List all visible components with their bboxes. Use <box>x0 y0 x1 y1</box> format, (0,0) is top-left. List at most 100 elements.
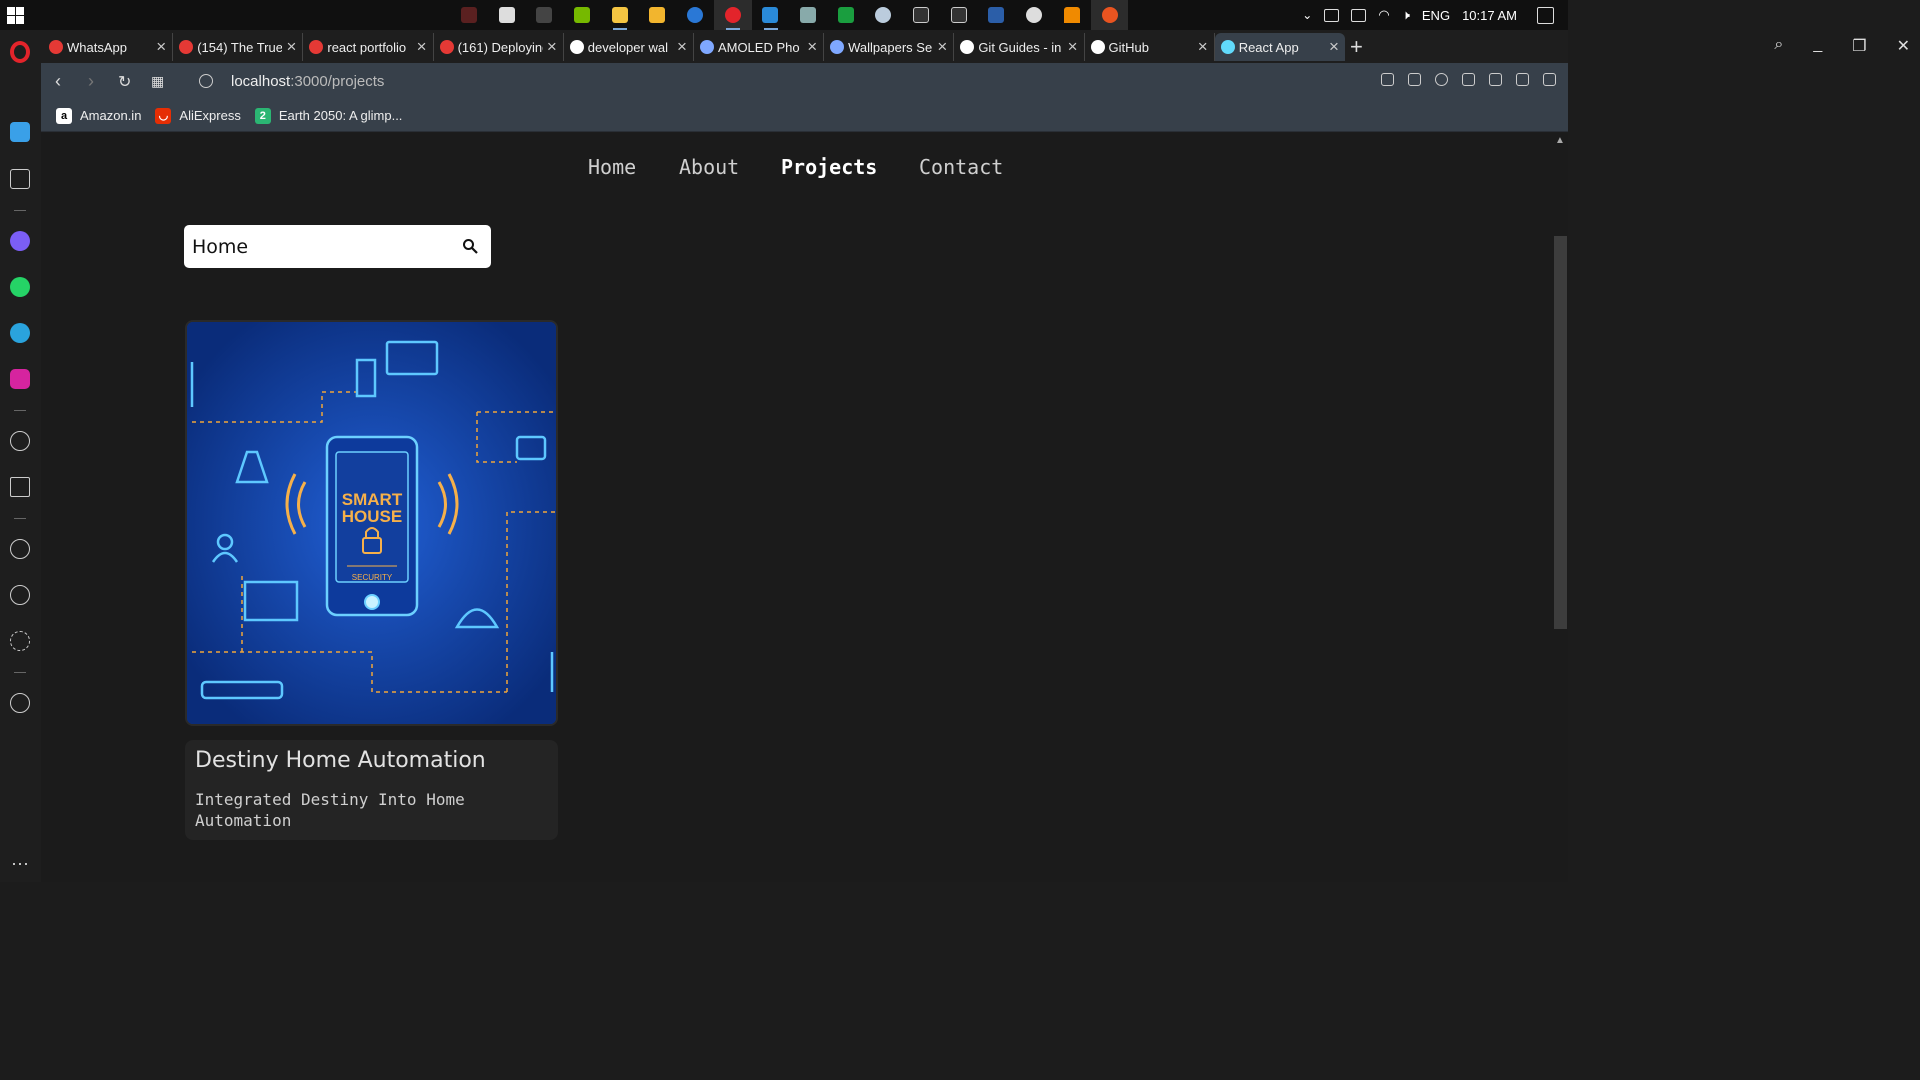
browser-tab[interactable]: (161) Deploying × <box>434 33 564 61</box>
nav-contact[interactable]: Contact <box>919 155 1003 179</box>
telegram-icon[interactable] <box>10 323 30 343</box>
tab-title: react portfolio <box>327 39 407 55</box>
tab-search-icon[interactable]: ⌕ <box>1774 36 1783 56</box>
acer-icon[interactable] <box>450 0 488 30</box>
battery-icon[interactable] <box>1351 8 1367 22</box>
close-tab-icon[interactable]: × <box>1068 37 1078 57</box>
notifications-icon[interactable] <box>1537 6 1554 24</box>
search-input[interactable] <box>192 233 447 261</box>
chevron-up-icon[interactable]: ⌄ <box>1302 8 1312 22</box>
new-tab-icon[interactable]: + <box>1350 34 1363 60</box>
firefox-icon[interactable] <box>676 0 714 30</box>
whatsapp-icon[interactable] <box>10 277 30 297</box>
close-window-icon[interactable]: ✕ <box>1897 36 1910 56</box>
browser-tab[interactable]: react portfolio × <box>303 33 434 61</box>
steam-icon[interactable] <box>865 0 903 30</box>
reload-icon[interactable]: ↻ <box>118 72 131 92</box>
close-tab-icon[interactable]: × <box>807 37 817 57</box>
close-tab-icon[interactable]: × <box>677 37 687 57</box>
close-tab-icon[interactable]: × <box>1198 37 1208 57</box>
photos-icon[interactable] <box>789 0 827 30</box>
close-tab-icon[interactable]: × <box>937 37 947 57</box>
tabs-grid-icon[interactable]: ▦ <box>151 73 164 90</box>
minimize-icon[interactable]: _ <box>1813 36 1822 56</box>
project-image[interactable]: SMART HOUSE SECURITY <box>185 320 558 726</box>
obs-icon[interactable] <box>1015 0 1053 30</box>
browser-tab[interactable]: AMOLED Pho × <box>694 33 825 61</box>
my-flow-icon[interactable] <box>10 477 30 497</box>
instagram-icon[interactable] <box>10 369 30 389</box>
folder-icon[interactable] <box>638 0 676 30</box>
windows-start-icon[interactable] <box>7 7 24 24</box>
cmd-icon[interactable] <box>902 0 940 30</box>
file-explorer-icon[interactable] <box>601 0 639 30</box>
edit-icon[interactable] <box>1381 73 1394 86</box>
restore-icon[interactable]: ❐ <box>1852 36 1866 56</box>
tab-title: (161) Deploying <box>457 39 543 55</box>
image-security-text: SECURITY <box>352 573 393 582</box>
opera-menu-icon[interactable] <box>10 41 30 63</box>
site-info-icon[interactable] <box>199 74 213 88</box>
project-description: Integrated Destiny Into Home Automation <box>195 790 465 830</box>
url-field[interactable]: localhost:3000/projects <box>231 73 384 90</box>
nvidia-icon[interactable] <box>563 0 601 30</box>
browser-tab[interactable]: Wallpapers Se × <box>824 33 955 61</box>
search-icon[interactable] <box>462 238 478 254</box>
green-app-icon[interactable] <box>827 0 865 30</box>
scroll-up-icon[interactable]: ▲ <box>1555 135 1565 146</box>
player-icon[interactable] <box>10 431 30 451</box>
opera-icon[interactable] <box>713 0 752 30</box>
nav-home[interactable]: Home <box>588 155 636 179</box>
close-tab-icon[interactable]: × <box>547 37 557 57</box>
history-icon[interactable] <box>10 585 30 605</box>
language-indicator[interactable]: ENG <box>1422 8 1450 23</box>
volume-muted-icon[interactable]: 🕨 <box>1402 7 1410 23</box>
block-ads-icon[interactable] <box>1435 73 1448 86</box>
easy-setup-icon[interactable] <box>1543 73 1556 86</box>
browser-tab[interactable]: React App × <box>1214 33 1345 61</box>
windows-taskbar: ⌄ ◠ 🕨 ENG 10:17 AM <box>0 0 1568 30</box>
home-icon[interactable] <box>10 122 30 142</box>
close-tab-icon[interactable]: × <box>417 37 427 57</box>
cmd-icon[interactable] <box>940 0 978 30</box>
terminal-icon[interactable] <box>525 0 563 30</box>
more-icon[interactable]: ··· <box>11 853 29 874</box>
browser-tab[interactable]: GitHub × <box>1085 33 1215 61</box>
bookmark-item[interactable]: 2 Earth 2050: A glimp... <box>254 107 402 124</box>
bookmark-item[interactable]: a Amazon.in <box>56 107 141 124</box>
wifi-icon[interactable]: ◠ <box>1378 7 1389 23</box>
close-tab-icon[interactable]: × <box>156 37 166 57</box>
download-icon[interactable] <box>1516 73 1529 86</box>
browser-tab[interactable]: developer wal × <box>564 33 694 61</box>
tab-strip: WhatsApp × (154) The True × react portfolio ×… <box>43 33 1345 61</box>
nav-projects[interactable]: Projects <box>781 155 877 179</box>
windows-terminal-icon[interactable] <box>488 0 526 30</box>
bookmarks-heart-icon[interactable] <box>10 539 30 559</box>
device-icon[interactable] <box>1324 8 1340 22</box>
ubuntu-icon[interactable] <box>1090 0 1129 30</box>
send-icon[interactable] <box>1462 73 1475 86</box>
nav-about[interactable]: About <box>679 155 739 179</box>
settings-icon[interactable] <box>10 631 30 651</box>
vlc-icon[interactable] <box>1053 0 1091 30</box>
bookmark-item[interactable]: ◡ AliExpress <box>155 107 241 124</box>
vscode-icon[interactable] <box>752 0 790 30</box>
scrollbar-thumb[interactable] <box>1554 236 1567 629</box>
github-icon <box>1090 40 1105 54</box>
browser-tab[interactable]: Git Guides - in × <box>954 33 1085 61</box>
close-tab-icon[interactable]: × <box>286 37 296 57</box>
lightbulb-icon[interactable] <box>10 693 30 713</box>
image-house-text: HOUSE <box>342 507 402 526</box>
powershell-icon[interactable] <box>978 0 1016 30</box>
forward-icon[interactable]: › <box>88 71 94 92</box>
clock[interactable]: 10:17 AM <box>1462 8 1517 23</box>
back-icon[interactable]: ‹ <box>55 71 61 92</box>
messenger-icon[interactable] <box>10 231 30 251</box>
browser-tab[interactable]: WhatsApp × <box>43 33 174 61</box>
wallhaven-icon <box>699 40 714 54</box>
address-bar: ‹ › ↻ ▦ localhost:3000/projects <box>41 63 1568 100</box>
heart-icon[interactable] <box>1489 73 1502 86</box>
browser-tab[interactable]: (154) The True × <box>173 33 304 61</box>
close-tab-icon[interactable]: × <box>1329 37 1339 57</box>
camera-icon[interactable] <box>1408 73 1421 86</box>
